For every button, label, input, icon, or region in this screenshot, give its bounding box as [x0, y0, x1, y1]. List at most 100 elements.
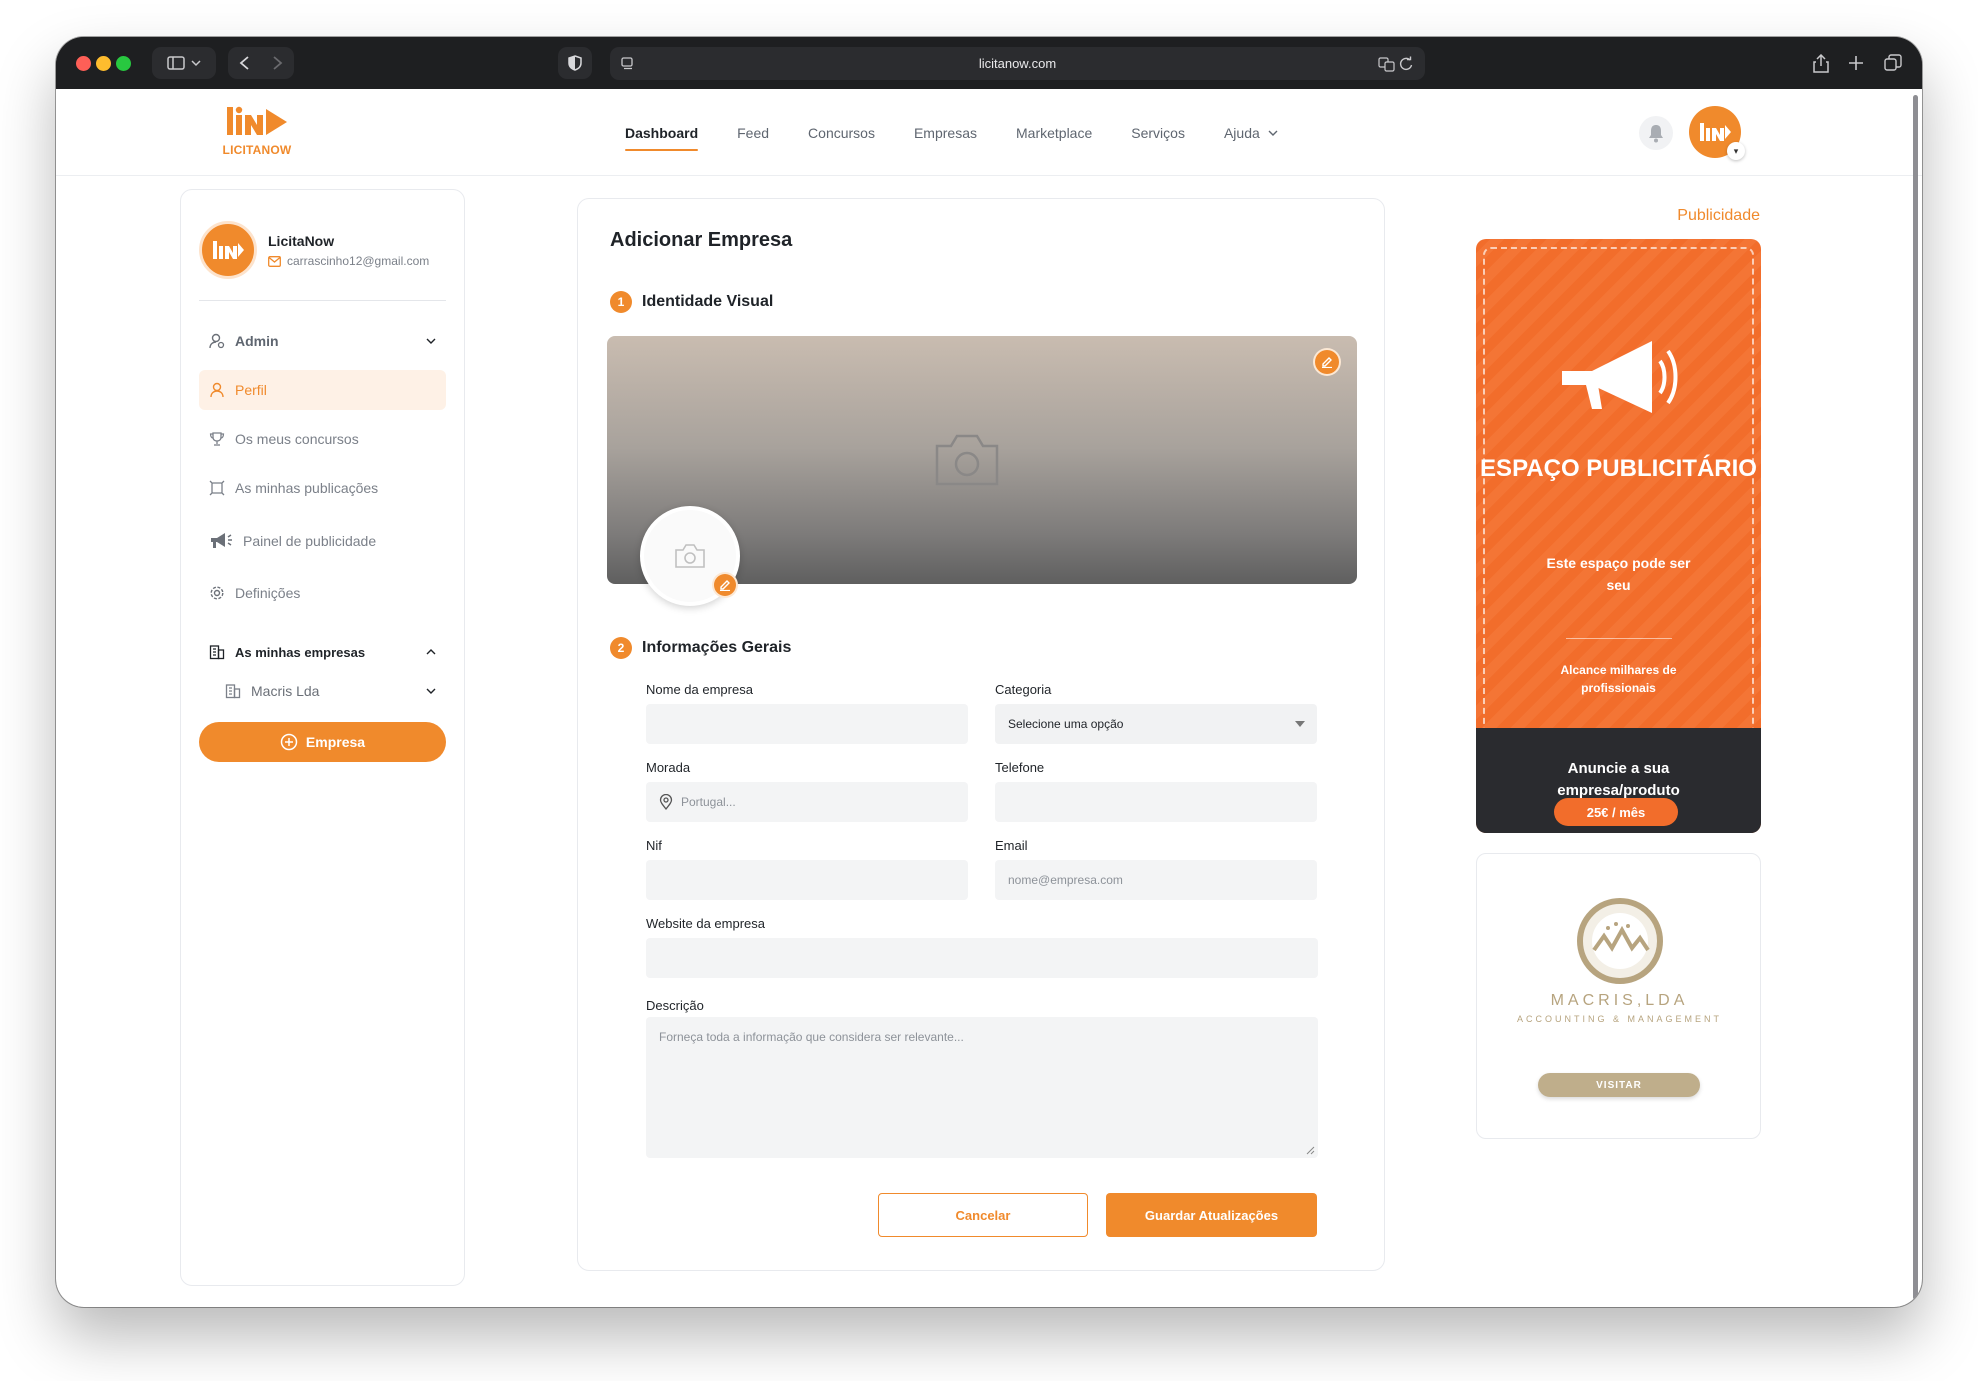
mail-icon: [268, 255, 281, 267]
description-label: Descrição: [646, 998, 704, 1013]
new-tab-icon[interactable]: [1848, 55, 1864, 71]
company-item-macris[interactable]: Macris Lda: [199, 671, 446, 711]
nav-ajuda-label: Ajuda: [1223, 124, 1260, 141]
close-window-button[interactable]: [76, 56, 91, 71]
privacy-shield-button[interactable]: [558, 47, 592, 79]
visit-button[interactable]: VISITAR: [1538, 1073, 1700, 1097]
ad-footer: Anuncie a sua empresa/produto 25€ / mês: [1476, 728, 1761, 833]
sidebar-item-publicacoes[interactable]: As minhas publicações: [199, 468, 446, 508]
building-icon: [209, 645, 225, 660]
companies-section-toggle[interactable]: As minhas empresas: [199, 632, 446, 672]
logo-image-upload[interactable]: [640, 506, 740, 606]
minimize-window-button[interactable]: [96, 56, 111, 71]
nif-input[interactable]: [646, 860, 968, 900]
logo-mark-icon: [227, 106, 287, 135]
notifications-button[interactable]: [1639, 116, 1673, 150]
url-text: licitanow.com: [978, 56, 1057, 71]
sidebar-toggle-button[interactable]: [152, 47, 216, 79]
sidebar-item-publicidade[interactable]: Painel de publicidade: [199, 521, 446, 561]
licitanow-logo[interactable]: LICITANOW: [219, 105, 295, 161]
company-name-input[interactable]: [646, 704, 968, 744]
ad-reach: Alcance milhares de profissionais: [1560, 663, 1677, 695]
cover-image-upload[interactable]: [607, 336, 1357, 606]
company-item-label: Macris Lda: [251, 683, 320, 699]
cancel-button[interactable]: Cancelar: [878, 1193, 1088, 1237]
pencil-icon: [720, 580, 730, 591]
profile-name: LicitaNow: [268, 233, 335, 249]
logo-text: LICITANOW: [222, 143, 292, 157]
browser-window: licitanow.com LICITANOW Dashboard Feed C…: [56, 37, 1922, 1307]
description-textarea[interactable]: Forneça toda a informação que considera …: [646, 1017, 1318, 1158]
add-company-label: Empresa: [305, 734, 366, 750]
sidebar-item-concursos[interactable]: Os meus concursos: [199, 419, 446, 459]
nif-label: Nif: [646, 838, 662, 853]
profile-email-row: carrascinho12@gmail.com: [268, 254, 429, 268]
sidebar-item-label: Definições: [235, 585, 301, 601]
divider: [199, 300, 446, 301]
category-select[interactable]: Selecione uma opção: [995, 704, 1317, 744]
add-company-form: Adicionar Empresa 1 Identidade Visual 2 …: [577, 198, 1385, 1271]
megaphone-icon: [211, 533, 232, 548]
category-value: Selecione uma opção: [1008, 717, 1124, 731]
company-name-label: Nome da empresa: [646, 682, 753, 697]
page-title: Adicionar Empresa: [610, 229, 793, 251]
macris-logo-icon: [1577, 898, 1663, 984]
share-icon[interactable]: [1812, 54, 1830, 74]
tab-overview-icon[interactable]: [1884, 54, 1902, 72]
edit-cover-button[interactable]: [1313, 348, 1341, 376]
category-label: Categoria: [995, 682, 1052, 697]
gear-icon: [210, 586, 224, 600]
profile-email: carrascinho12@gmail.com: [287, 254, 430, 268]
zoom-window-button[interactable]: [116, 56, 131, 71]
ad-subtitle: Este espaço pode ser seu: [1546, 555, 1691, 593]
address-input[interactable]: Portugal...: [646, 782, 968, 822]
sidebar-item-perfil[interactable]: Perfil: [199, 370, 446, 410]
add-company-button[interactable]: Empresa: [199, 722, 446, 762]
chevron-down-icon: [426, 688, 436, 694]
user-icon: [210, 382, 224, 398]
nav-marketplace[interactable]: Marketplace: [1016, 119, 1092, 147]
page-scrollbar[interactable]: [1913, 95, 1918, 1300]
avatar-caret-icon: ▾: [1727, 142, 1745, 160]
website-label: Website da empresa: [646, 916, 765, 931]
nav-concursos[interactable]: Concursos: [808, 119, 875, 147]
admin-label: Admin: [235, 333, 279, 349]
edit-logo-button[interactable]: [712, 572, 738, 598]
sidebar-item-definicoes[interactable]: Definições: [199, 573, 446, 613]
phone-input[interactable]: [995, 782, 1317, 822]
step-badge: 1: [610, 291, 632, 313]
save-button[interactable]: Guardar Atualizações: [1106, 1193, 1317, 1237]
sidebar: LicitaNow carrascinho12@gmail.com Admin …: [180, 189, 465, 1286]
camera-icon: [935, 434, 999, 486]
browser-toolbar: licitanow.com: [56, 37, 1922, 89]
nav-empresas[interactable]: Empresas: [914, 119, 977, 147]
avatar-logo-icon: [1700, 123, 1731, 141]
user-avatar-menu[interactable]: ▾: [1689, 106, 1745, 160]
ad-price-badge[interactable]: 25€ / mês: [1554, 798, 1678, 826]
website-input[interactable]: [646, 938, 1318, 978]
bell-icon: [1649, 125, 1663, 143]
sidebar-item-label: Painel de publicidade: [243, 533, 377, 549]
sponsor-tagline: ACCOUNTING & MANAGEMENT: [1516, 1014, 1722, 1024]
nav-feed[interactable]: Feed: [737, 119, 769, 147]
profile-avatar: [199, 221, 257, 279]
email-input[interactable]: nome@empresa.com: [995, 860, 1317, 900]
sidebar-item-label: Perfil: [235, 382, 267, 398]
sponsor-card: MACRIS,LDA ACCOUNTING & MANAGEMENT VISIT…: [1476, 853, 1761, 1139]
back-icon: [239, 56, 249, 70]
translate-icon[interactable]: [1378, 56, 1396, 72]
address-bar[interactable]: licitanow.com: [610, 47, 1425, 80]
building-icon: [225, 684, 241, 699]
resize-handle-icon[interactable]: [1305, 1145, 1315, 1155]
ad-divider: [1566, 638, 1672, 639]
section-general-info: 2 Informações Gerais: [610, 637, 791, 659]
reload-icon[interactable]: [1398, 56, 1414, 72]
nav-ajuda[interactable]: Ajuda: [1224, 119, 1278, 147]
site-header: LICITANOW Dashboard Feed Concursos Empre…: [56, 89, 1922, 176]
nav-dashboard[interactable]: Dashboard: [625, 119, 699, 151]
nav-servicos[interactable]: Serviços: [1131, 119, 1185, 147]
location-pin-icon: [659, 794, 673, 810]
admin-section-toggle[interactable]: Admin: [199, 321, 446, 361]
sidebar-item-label: Os meus concursos: [235, 431, 359, 447]
ad-banner[interactable]: ESPAÇO PUBLICITÁRIO Este espaço pode ser…: [1476, 239, 1761, 833]
